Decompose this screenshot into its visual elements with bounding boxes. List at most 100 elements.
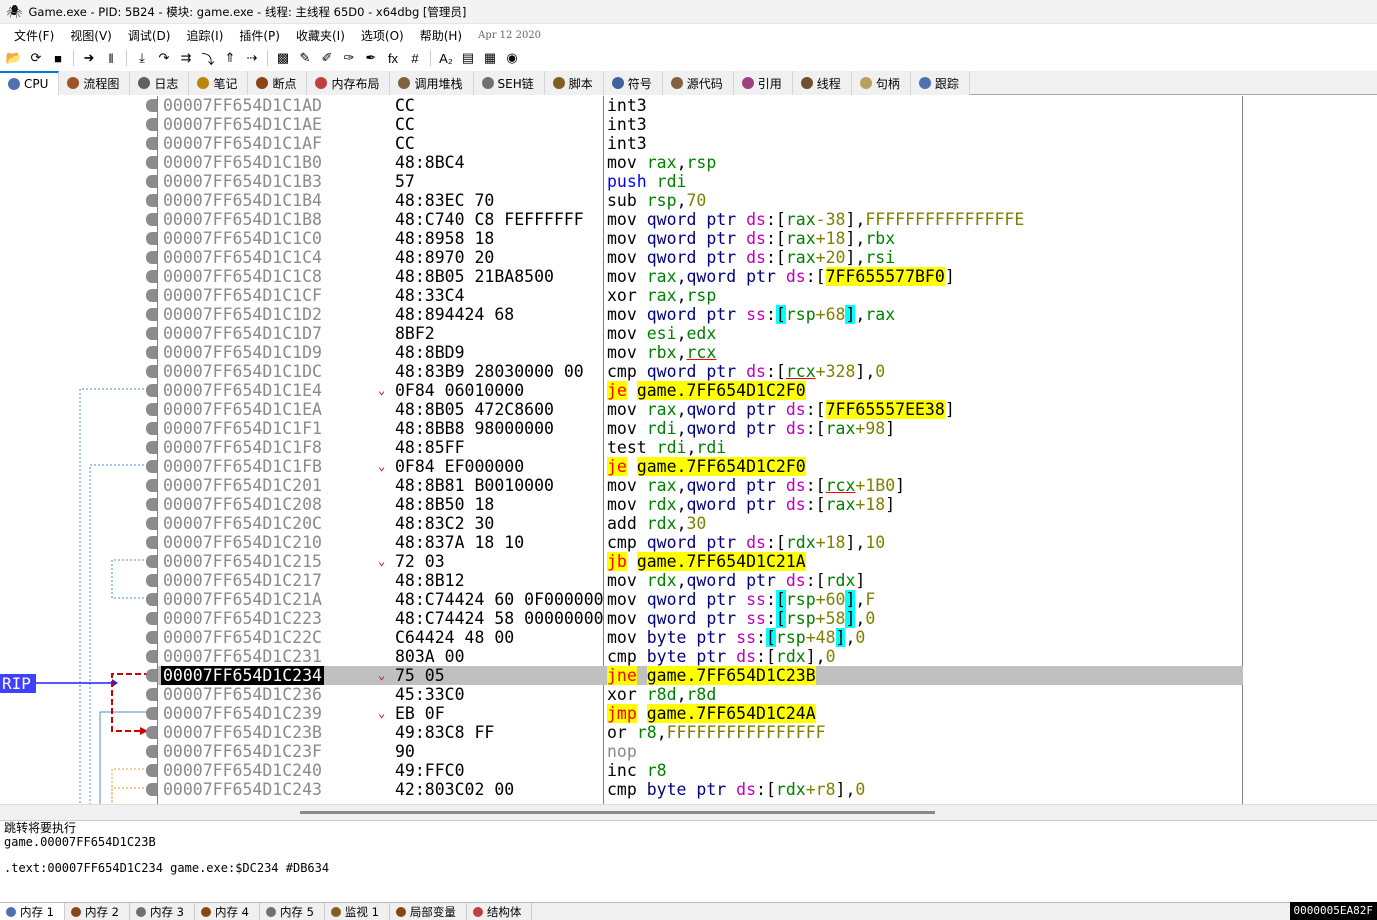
stop-icon[interactable]: ■ — [48, 48, 68, 68]
breakpoint-marker[interactable] — [146, 251, 157, 264]
instruction-row[interactable]: 00007FF654D1C1FB ⌄ 0F84 EF000000 je game.7F… — [146, 457, 1243, 476]
breakpoint-marker[interactable] — [146, 384, 157, 397]
breakpoint-marker[interactable] — [146, 118, 157, 131]
menu-item-6[interactable]: 选项(O) — [353, 27, 412, 44]
run-to-user-code-icon[interactable]: ⇢ — [242, 48, 262, 68]
breakpoint-marker[interactable] — [146, 137, 157, 150]
instruction-row[interactable]: 00007FF654D1C21A 48:C74424 60 0F000000 mov… — [146, 590, 1243, 609]
instruction-row[interactable]: 00007FF654D1C1E4 ⌄ 0F84 06010000 je game.7F… — [146, 381, 1243, 400]
breakpoint-marker[interactable] — [146, 536, 157, 549]
instruction-row[interactable]: 00007FF654D1C1AE CC int3 — [146, 115, 1243, 134]
breakpoint-marker[interactable] — [146, 517, 157, 530]
tab-7[interactable]: SEH链 — [473, 71, 545, 95]
instruction-row[interactable]: 00007FF654D1C215 ⌄ 72 03 jb game.7FF654D1C2… — [146, 552, 1243, 571]
trace-into-icon[interactable]: ⇉ — [176, 48, 196, 68]
calculator-icon[interactable]: ▦ — [480, 48, 500, 68]
instruction-row[interactable]: 00007FF654D1C208 48:8B50 18 mov rdx,qword … — [146, 495, 1243, 514]
breakpoint-marker[interactable] — [146, 631, 157, 644]
instruction-row[interactable]: 00007FF654D1C22C C64424 48 00 mov byte ptr… — [146, 628, 1243, 647]
label-icon[interactable]: ✑ — [339, 48, 359, 68]
breakpoint-marker[interactable] — [146, 574, 157, 587]
open-icon[interactable]: 📂 — [4, 48, 24, 68]
breakpoint-marker[interactable] — [146, 403, 157, 416]
breakpoint-marker[interactable] — [146, 498, 157, 511]
dump-tab-5[interactable]: 监视 1 — [325, 903, 390, 920]
tab-2[interactable]: 日志 — [130, 71, 190, 95]
breakpoint-marker[interactable] — [146, 422, 157, 435]
source-icon[interactable]: ▤ — [458, 48, 478, 68]
instruction-row[interactable]: 00007FF654D1C217 48:8B12 mov rdx,qword ptr… — [146, 571, 1243, 590]
breakpoint-marker[interactable] — [146, 650, 157, 663]
breakpoint-marker[interactable] — [146, 365, 157, 378]
breakpoint-marker[interactable] — [146, 460, 157, 473]
breakpoint-marker[interactable] — [146, 175, 157, 188]
menu-item-7[interactable]: 帮助(H) — [412, 27, 470, 44]
globe-icon[interactable]: ◉ — [502, 48, 522, 68]
instruction-row[interactable]: 00007FF654D1C1DC 48:83B9 28030000 00 cmp q… — [146, 362, 1243, 381]
breakpoint-marker[interactable] — [146, 745, 157, 758]
instruction-row[interactable]: 00007FF654D1C1D2 48:894424 68 mov qword pt… — [146, 305, 1243, 324]
breakpoint-marker[interactable] — [146, 308, 157, 321]
instruction-row[interactable]: 00007FF654D1C1AF CC int3 — [146, 134, 1243, 153]
script-icon[interactable]: ▩ — [273, 48, 293, 68]
tab-6[interactable]: 调用堆栈 — [390, 71, 474, 95]
tab-14[interactable]: 跟踪 — [910, 71, 970, 95]
tab-4[interactable]: 断点 — [248, 71, 308, 95]
menu-item-2[interactable]: 调试(D) — [120, 27, 179, 44]
breakpoint-marker[interactable] — [146, 327, 157, 340]
instruction-row[interactable]: 00007FF654D1C239 ⌄ EB 0F jmp game.7FF654D1C… — [146, 704, 1243, 723]
breakpoint-marker[interactable] — [146, 479, 157, 492]
scrollbar-thumb[interactable] — [300, 811, 935, 814]
breakpoint-marker[interactable] — [146, 194, 157, 207]
instruction-row[interactable]: 00007FF654D1C1C4 48:8970 20 mov qword ptr … — [146, 248, 1243, 267]
tab-8[interactable]: 脚本 — [544, 71, 604, 95]
dump-tab-6[interactable]: 局部变量 — [390, 903, 467, 920]
dump-tab-3[interactable]: 内存 4 — [195, 903, 260, 920]
dump-tab-2[interactable]: 内存 3 — [130, 903, 195, 920]
breakpoint-marker[interactable] — [146, 289, 157, 302]
instruction-row[interactable]: 00007FF654D1C210 48:837A 18 10 cmp qword p… — [146, 533, 1243, 552]
instruction-row[interactable]: 00007FF654D1C1B0 48:8BC4 mov rax,rsp — [146, 153, 1243, 172]
trace-over-icon[interactable]: ⤵ — [198, 48, 218, 68]
hash-icon[interactable]: # — [405, 48, 425, 68]
breakpoint-marker[interactable] — [146, 555, 157, 568]
menu-item-0[interactable]: 文件(F) — [6, 27, 62, 44]
tab-5[interactable]: 内存布局 — [307, 71, 391, 95]
instruction-row[interactable]: 00007FF654D1C1AD CC int3 — [146, 96, 1243, 115]
dump-tab-4[interactable]: 内存 5 — [260, 903, 325, 920]
execute-till-return-icon[interactable]: ⇑ — [220, 48, 240, 68]
tab-0[interactable]: CPU — [0, 71, 60, 95]
tab-12[interactable]: 线程 — [792, 71, 852, 95]
breakpoint-marker[interactable] — [146, 156, 157, 169]
bookmark-icon[interactable]: ✒ — [361, 48, 381, 68]
instruction-row[interactable]: 00007FF654D1C231 803A 00 cmp byte ptr ds:[… — [146, 647, 1243, 666]
step-into-icon[interactable]: ⤓ — [132, 48, 152, 68]
step-over-icon[interactable]: ↷ — [154, 48, 174, 68]
breakpoint-marker[interactable] — [146, 764, 157, 777]
breakpoint-marker[interactable] — [146, 783, 157, 796]
instruction-row[interactable]: 00007FF654D1C236 45:33C0 xor r8d,r8d — [146, 685, 1243, 704]
breakpoint-marker[interactable] — [146, 441, 157, 454]
tab-13[interactable]: 句柄 — [851, 71, 911, 95]
breakpoint-marker[interactable] — [146, 669, 157, 682]
tab-11[interactable]: 引用 — [733, 71, 793, 95]
instruction-row[interactable]: 00007FF654D1C240 49:FFC0 inc r8 — [146, 761, 1243, 780]
horizontal-scrollbar[interactable] — [0, 804, 1377, 820]
run-icon[interactable]: ➜ — [79, 48, 99, 68]
dump-tab-0[interactable]: 内存 1 — [0, 903, 65, 920]
instruction-row[interactable]: 00007FF654D1C20C 48:83C2 30 add rdx,30 — [146, 514, 1243, 533]
instruction-row[interactable]: 00007FF654D1C23F 90 nop — [146, 742, 1243, 761]
instruction-row[interactable]: 00007FF654D1C1EA 48:8B05 472C8600 mov rax,… — [146, 400, 1243, 419]
instruction-row[interactable]: 00007FF654D1C1D9 48:8BD9 mov rbx,rcx — [146, 343, 1243, 362]
breakpoint-marker[interactable] — [146, 726, 157, 739]
dump-tab-7[interactable]: 结构体 — [467, 903, 533, 920]
instruction-row[interactable]: 00007FF654D1C1F1 48:8BB8 98000000 mov rdi,… — [146, 419, 1243, 438]
tab-3[interactable]: 笔记 — [189, 71, 249, 95]
instruction-row[interactable]: 00007FF654D1C1B4 48:83EC 70 sub rsp,70 — [146, 191, 1243, 210]
instruction-row[interactable]: 00007FF654D1C1B8 48:C740 C8 FEFFFFFF mov q… — [146, 210, 1243, 229]
instruction-row[interactable]: 00007FF654D1C1C8 48:8B05 21BA8500 mov rax,… — [146, 267, 1243, 286]
breakpoint-marker[interactable] — [146, 612, 157, 625]
comment-icon[interactable]: ✐ — [317, 48, 337, 68]
tab-9[interactable]: 符号 — [603, 71, 663, 95]
tab-1[interactable]: 流程图 — [59, 71, 131, 95]
